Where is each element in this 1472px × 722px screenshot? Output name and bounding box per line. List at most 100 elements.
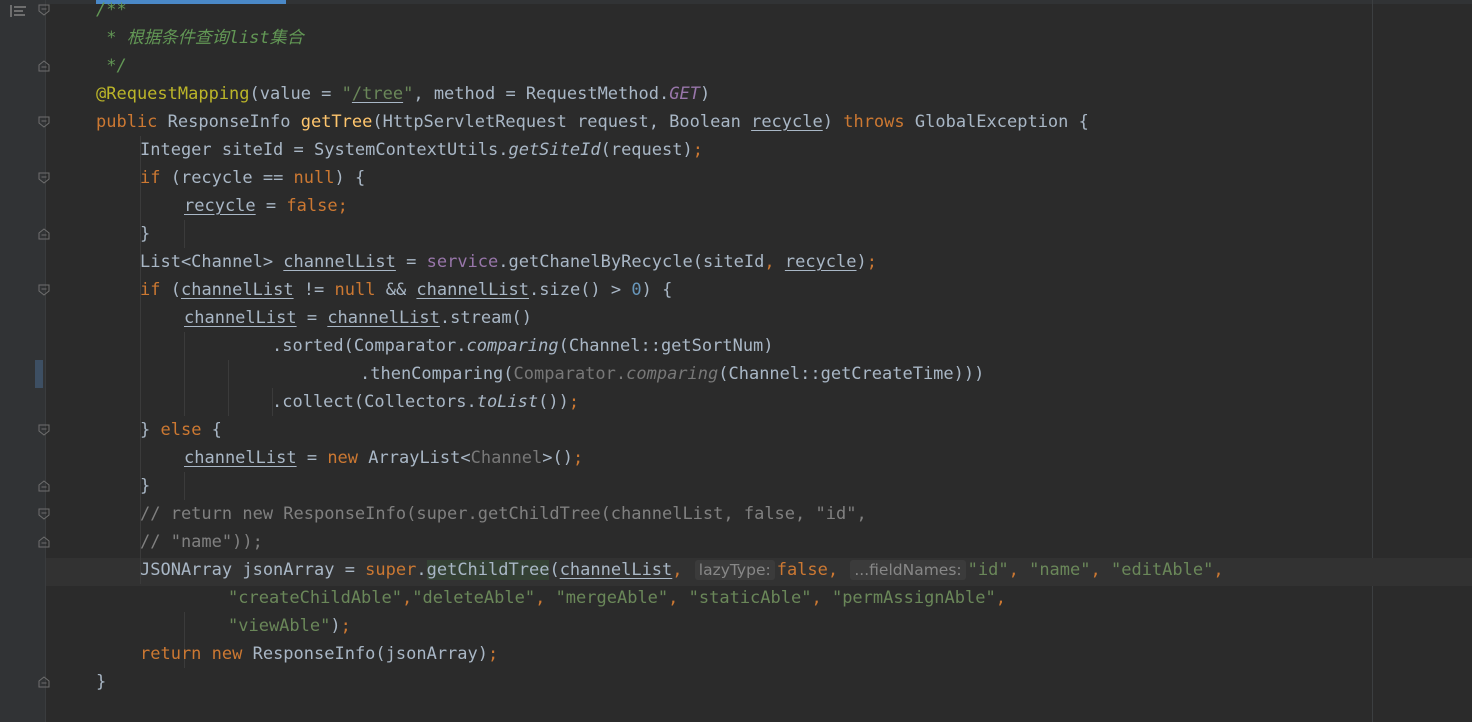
code-token: JSONArray jsonArray = xyxy=(140,560,366,580)
code-line[interactable]: // "name")); xyxy=(140,528,263,556)
code-token: comparing xyxy=(466,336,559,356)
code-token: channelList xyxy=(283,252,396,272)
indent-guide xyxy=(228,360,229,416)
code-token: recycle xyxy=(784,252,857,272)
code-line[interactable]: channelList = new ArrayList<Channel>(); xyxy=(184,444,583,472)
code-line[interactable]: } xyxy=(140,472,150,500)
code-token: toList xyxy=(476,392,539,412)
gutter-divider xyxy=(45,0,46,722)
code-line[interactable]: "viewAble"); xyxy=(228,612,351,640)
change-marker[interactable] xyxy=(35,360,43,388)
code-line[interactable]: JSONArray jsonArray = super.getChildTree… xyxy=(140,556,1224,584)
code-token: new xyxy=(327,448,369,468)
code-token: if xyxy=(140,280,171,300)
code-token: } xyxy=(140,476,151,496)
code-token: ; xyxy=(488,644,499,664)
fold-marker-icon[interactable] xyxy=(38,116,50,128)
code-token: ; xyxy=(568,392,580,412)
code-line[interactable]: "createChildAble","deleteAble", "mergeAb… xyxy=(228,584,1006,612)
code-token: ArrayList< xyxy=(368,448,471,468)
code-line[interactable]: if (channelList != null && channelList.s… xyxy=(140,276,672,304)
code-line[interactable]: .sorted(Comparator.comparing(Channel::ge… xyxy=(272,332,774,360)
code-line[interactable]: } xyxy=(96,668,106,696)
fold-marker-icon[interactable] xyxy=(38,60,50,72)
fold-marker-icon[interactable] xyxy=(38,536,50,548)
indent-guide xyxy=(184,332,185,416)
code-token: false xyxy=(286,196,338,216)
fold-marker-icon[interactable] xyxy=(38,4,50,16)
fold-marker-icon[interactable] xyxy=(38,424,50,436)
code-token: (Channel::getSortNum) xyxy=(558,336,774,356)
code-token: comparing xyxy=(626,364,719,384)
fold-marker-icon[interactable] xyxy=(38,228,50,240)
code-token: (request) xyxy=(600,140,693,160)
code-token: ( xyxy=(170,280,181,300)
code-line[interactable]: Integer siteId = SystemContextUtils.getS… xyxy=(140,136,703,164)
code-line[interactable]: } xyxy=(140,220,150,248)
code-token: public xyxy=(96,112,168,132)
code-token: " xyxy=(403,84,414,104)
code-line[interactable]: @RequestMapping(value = "/tree", method … xyxy=(96,80,710,108)
code-line[interactable]: return new ResponseInfo(jsonArray); xyxy=(140,640,498,668)
code-token: List<Channel> xyxy=(140,252,284,272)
code-line[interactable]: recycle = false; xyxy=(184,192,348,220)
code-token: channelList xyxy=(180,280,294,300)
code-token: null xyxy=(334,280,386,300)
fold-marker-icon[interactable] xyxy=(38,480,50,492)
code-token: ) xyxy=(330,616,341,636)
code-token: GlobalException { xyxy=(914,112,1089,132)
code-token: , xyxy=(1090,560,1111,580)
code-token: "permAssignAble" xyxy=(831,588,996,608)
code-token: (Channel::getCreateTime))) xyxy=(718,364,985,384)
code-token: } xyxy=(140,420,161,440)
code-token: super xyxy=(365,560,417,580)
code-token: channelList xyxy=(416,280,530,300)
code-token: ) xyxy=(699,84,711,104)
code-line[interactable]: if (recycle == null) { xyxy=(140,164,365,192)
code-token: " xyxy=(341,84,352,104)
code-token: null xyxy=(293,168,335,188)
code-token: && xyxy=(385,280,417,300)
code-token: "createChildAble" xyxy=(228,588,402,608)
code-token: "editAble" xyxy=(1110,560,1214,580)
code-line[interactable]: channelList = channelList.stream() xyxy=(184,304,532,332)
code-token: , xyxy=(811,588,832,608)
code-token: */ xyxy=(96,56,127,76)
code-token: ; xyxy=(337,196,348,216)
code-token: "viewAble" xyxy=(228,616,331,636)
code-line[interactable]: */ xyxy=(96,52,127,80)
code-line[interactable]: public ResponseInfo getTree(HttpServletR… xyxy=(96,108,1089,136)
fold-marker-icon[interactable] xyxy=(38,676,50,688)
code-line[interactable]: List<Channel> channelList = service.getC… xyxy=(140,248,877,276)
code-token: >() xyxy=(542,448,573,468)
code-line[interactable]: * 根据条件查询list集合 xyxy=(96,24,303,52)
code-token: getSiteId xyxy=(508,140,601,160)
code-token: . xyxy=(416,560,427,580)
code-line[interactable]: // return new ResponseInfo(super.getChil… xyxy=(140,500,867,528)
code-token: channelList xyxy=(184,448,297,468)
code-token: , xyxy=(764,252,785,272)
fold-marker-icon[interactable] xyxy=(38,508,50,520)
code-token: channelList xyxy=(327,308,440,328)
code-token: != xyxy=(293,280,335,300)
code-token: = xyxy=(296,448,328,468)
code-line[interactable]: /** xyxy=(96,0,127,24)
code-line[interactable]: .collect(Collectors.toList()); xyxy=(272,388,579,416)
code-token: ; xyxy=(866,252,878,272)
fold-marker-icon[interactable] xyxy=(38,172,50,184)
code-token: ) { xyxy=(334,168,366,188)
code-token: , xyxy=(668,588,689,608)
code-token: .thenComparing( xyxy=(360,364,514,384)
code-token: throws xyxy=(843,112,915,132)
code-line[interactable]: } else { xyxy=(140,416,222,444)
code-line[interactable]: .thenComparing(Comparator.comparing(Chan… xyxy=(360,360,984,388)
code-token: recycle xyxy=(751,112,823,132)
fold-marker-icon[interactable] xyxy=(38,284,50,296)
code-token: .stream() xyxy=(439,308,533,328)
structure-icon[interactable] xyxy=(10,5,26,17)
code-token: // "name")); xyxy=(140,532,263,552)
code-token: Integer siteId = SystemContextUtils. xyxy=(140,140,509,160)
code-token: } xyxy=(140,224,151,244)
code-token: .collect(Collectors. xyxy=(272,392,477,412)
code-token: "staticAble" xyxy=(688,588,812,608)
